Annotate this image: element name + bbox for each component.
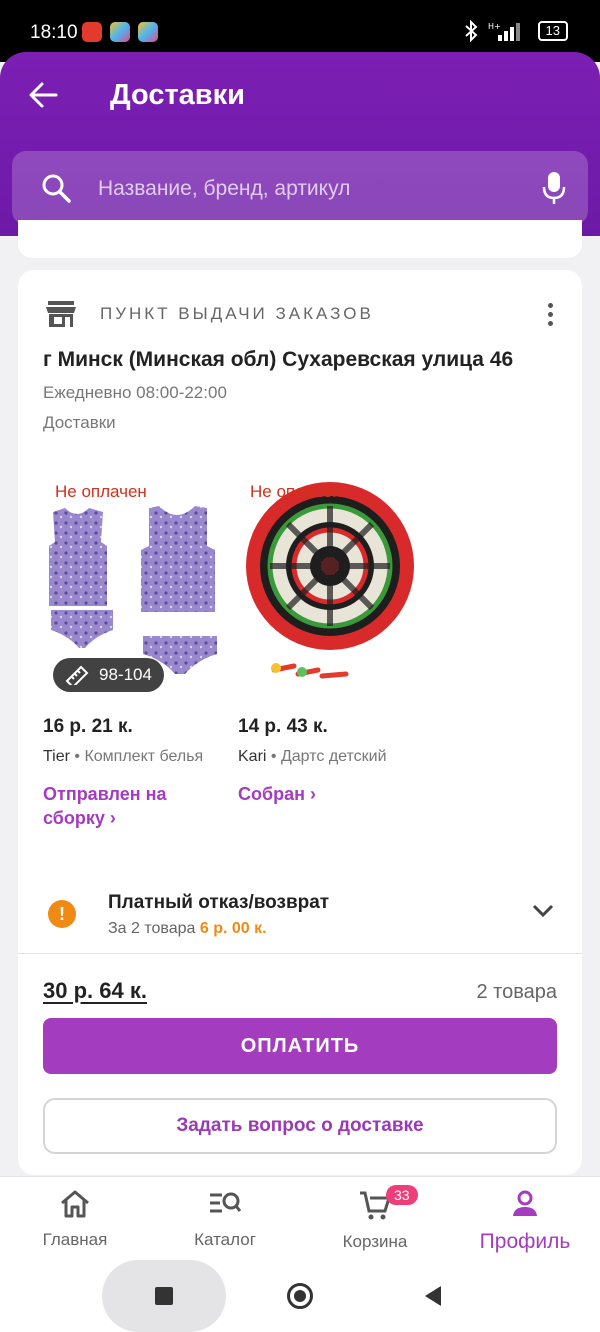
page-title: Доставки <box>110 79 245 111</box>
circle-icon <box>294 1290 306 1302</box>
home-icon <box>61 1190 89 1218</box>
search-input[interactable]: Название, бренд, артикул <box>98 177 350 201</box>
nav-catalog-label: Каталог <box>194 1230 256 1249</box>
status-time: 18:10 <box>30 22 78 43</box>
divider <box>18 953 582 954</box>
paid-refund-row[interactable]: ! Платный отказ/возврат За 2 товара 6 р.… <box>18 880 582 954</box>
product-name: Tier • Комплект белья <box>43 746 227 768</box>
nav-catalog[interactable]: Каталог <box>150 1189 300 1250</box>
home-button[interactable] <box>287 1283 313 1309</box>
delivery-card: ПУНКТ ВЫДАЧИ ЗАКАЗОВ г Минск (Минская об… <box>18 270 582 1175</box>
previous-card-edge <box>18 220 582 258</box>
nav-cart[interactable]: 33 Корзина <box>300 1185 450 1252</box>
system-navigation <box>0 1260 600 1332</box>
pickup-hours: Ежедневно 08:00-22:00 <box>43 383 227 402</box>
product-price: 16 р. 21 к. <box>43 716 133 737</box>
pickup-address: г Минск (Минская обл) Сухаревская улица … <box>43 348 514 371</box>
product-brand: Tier <box>43 748 70 765</box>
nav-cart-label: Корзина <box>342 1232 408 1251</box>
warning-icon: ! <box>48 900 76 928</box>
catalog-search-icon <box>210 1192 242 1213</box>
nav-profile[interactable]: Профиль <box>450 1189 600 1254</box>
status-right: H+ 13 <box>464 20 568 42</box>
payment-status: Не оплачен <box>250 482 342 501</box>
battery-icon: 13 <box>537 21 568 41</box>
product-card[interactable]: Не оплачен 98-104 16 р. 21 к. Tier • Ком… <box>43 460 227 830</box>
pickup-point-header: ПУНКТ ВЫДАЧИ ЗАКАЗОВ <box>46 300 374 328</box>
product-price: 14 р. 43 к. <box>238 716 328 737</box>
nav-home-label: Главная <box>42 1230 108 1249</box>
pickup-point-label: ПУНКТ ВЫДАЧИ ЗАКАЗОВ <box>100 304 374 323</box>
item-count: 2 товара <box>476 981 557 1003</box>
product-title: • Дартс детский <box>266 748 387 765</box>
app-notification-icon <box>138 22 158 42</box>
back-arrow-icon[interactable] <box>26 78 60 112</box>
ask-delivery-question-button[interactable]: Задать вопрос о доставке <box>43 1098 557 1154</box>
nav-home[interactable]: Главная <box>0 1189 150 1250</box>
notification-icons <box>82 22 158 42</box>
ruler-icon <box>65 665 89 685</box>
back-triangle-icon[interactable] <box>425 1286 441 1306</box>
size-badge: 98-104 <box>53 658 164 692</box>
refund-title: Платный отказ/возврат <box>108 892 330 913</box>
store-icon <box>46 301 76 327</box>
search-bar[interactable]: Название, бренд, артикул <box>12 151 588 225</box>
app-notification-icon <box>82 22 102 42</box>
recent-apps-button[interactable] <box>102 1260 226 1332</box>
refund-items-text: За 2 товара <box>108 920 200 937</box>
order-status-link[interactable]: Собран › <box>238 782 422 806</box>
product-name: Kari • Дартс детский <box>238 746 422 768</box>
more-options-icon[interactable] <box>540 300 560 328</box>
refund-subtitle: За 2 товара 6 р. 00 к. <box>108 920 267 938</box>
product-card[interactable]: Не оплачен 14 р. 43 к. Kari • Дартс детс… <box>238 460 422 806</box>
deliveries-section-label: Доставки <box>43 413 116 432</box>
product-title: • Комплект белья <box>69 748 204 765</box>
search-icon <box>42 174 71 203</box>
product-brand: Kari <box>238 748 267 765</box>
bottom-navigation: Главная Каталог 33 Корзина Профиль <box>0 1176 600 1260</box>
bluetooth-icon <box>464 20 477 42</box>
chevron-down-icon[interactable] <box>532 904 554 918</box>
order-total[interactable]: 30 р. 64 к. <box>43 978 147 1004</box>
square-icon <box>155 1287 173 1305</box>
nav-profile-label: Профиль <box>479 1230 571 1253</box>
app-header: Доставки Название, бренд, артикул <box>0 52 600 236</box>
cart-count-badge: 33 <box>386 1185 418 1205</box>
app-notification-icon <box>110 22 130 42</box>
refund-amount: 6 р. 00 к. <box>199 920 267 937</box>
profile-icon <box>513 1190 537 1216</box>
svg-text:H+: H+ <box>488 22 501 31</box>
product-image[interactable]: Не оплачен 98-104 <box>43 460 227 704</box>
size-value: 98-104 <box>99 665 152 684</box>
product-image[interactable]: Не оплачен <box>238 460 422 704</box>
payment-status: Не оплачен <box>55 482 147 501</box>
microphone-icon[interactable] <box>542 170 566 206</box>
order-status-link[interactable]: Отправлен на сборку › <box>43 782 227 830</box>
pay-button[interactable]: ОПЛАТИТЬ <box>43 1018 557 1074</box>
signal-icon: H+ <box>488 22 520 41</box>
